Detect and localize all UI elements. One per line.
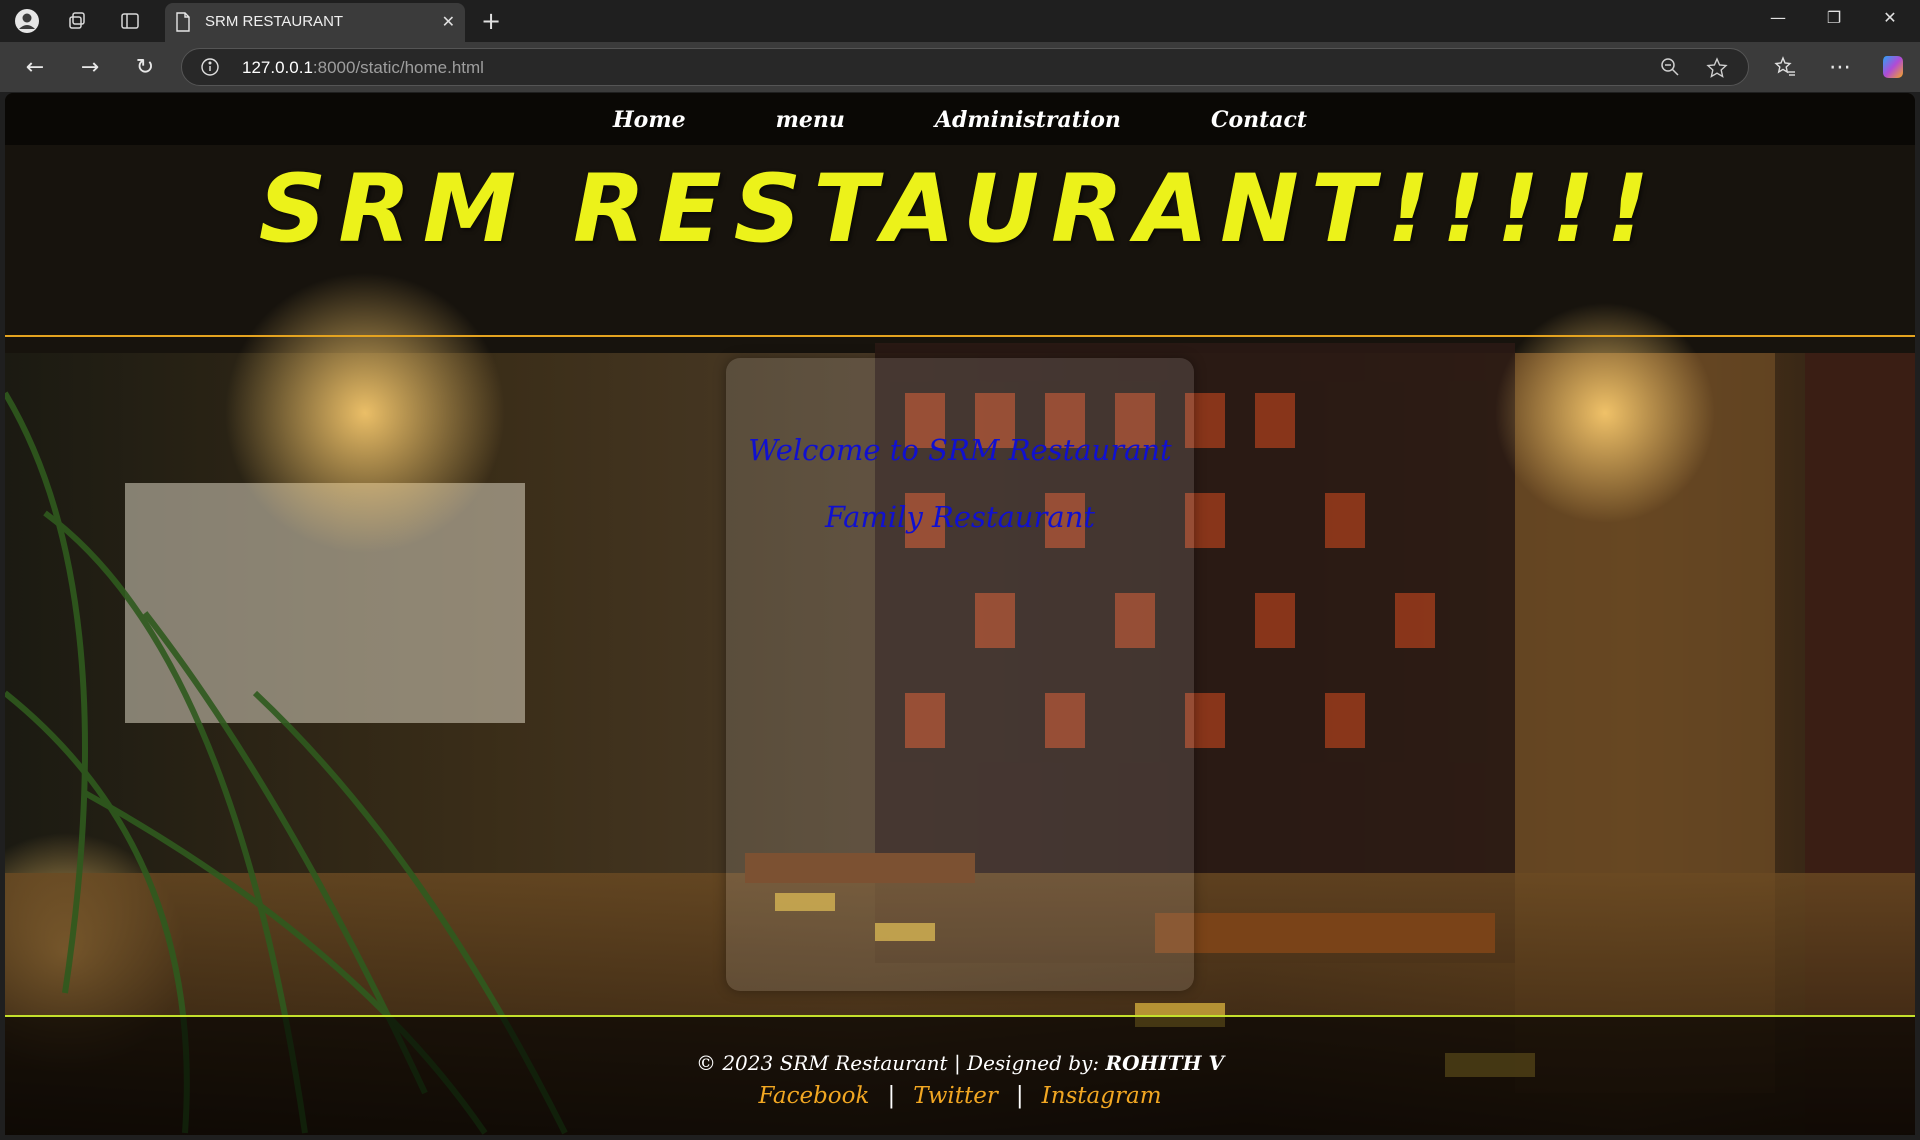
nav-home-link[interactable]: Home — [613, 107, 686, 145]
minimize-icon[interactable]: — — [1758, 8, 1798, 27]
top-divider — [5, 335, 1915, 337]
url-host: 127.0.0.1 — [242, 58, 313, 77]
window-close-icon[interactable]: ✕ — [1870, 8, 1910, 27]
tab-close-icon[interactable]: ✕ — [442, 12, 455, 31]
nav-contact-link[interactable]: Contact — [1211, 107, 1307, 145]
tab-title: SRM RESTAURANT — [205, 13, 344, 30]
welcome-text: Welcome to SRM Restaurant — [748, 433, 1172, 467]
separator: | — [887, 1083, 896, 1109]
designer-name: ROHITH V — [1105, 1051, 1225, 1075]
separator: | — [1015, 1083, 1024, 1109]
restore-icon[interactable]: ❐ — [1814, 8, 1854, 27]
tab-strip: SRM RESTAURANT ✕ + — ❐ ✕ — [0, 0, 1920, 42]
favorites-icon[interactable] — [1770, 52, 1800, 82]
nav-administration-link[interactable]: Administration — [935, 107, 1121, 145]
url-path: :8000/static/home.html — [312, 58, 484, 77]
page-viewport: Home menu Administration Contact SRM RES… — [5, 93, 1915, 1135]
copyright-prefix: © 2023 SRM Restaurant | Designed by: — [695, 1051, 1100, 1075]
url-text: 127.0.0.1:8000/static/home.html — [242, 58, 484, 78]
profile-icon[interactable] — [12, 6, 42, 36]
document-icon — [175, 12, 191, 36]
browser-window: SRM RESTAURANT ✕ + — ❐ ✕ ← → ↻ 127.0.0.1… — [0, 0, 1920, 1140]
address-bar[interactable]: 127.0.0.1:8000/static/home.html — [181, 48, 1749, 86]
site-footer: © 2023 SRM Restaurant | Designed by: ROH… — [5, 1017, 1915, 1135]
window-bottom-edge — [0, 1135, 1920, 1140]
facebook-link[interactable]: Facebook — [758, 1083, 869, 1109]
tab-actions-icon[interactable] — [115, 6, 145, 36]
forward-icon[interactable]: → — [75, 52, 105, 82]
copilot-icon[interactable] — [1878, 52, 1908, 82]
browser-toolbar: ← → ↻ 127.0.0.1:8000/static/home.html ⋯ — [0, 42, 1920, 92]
site-navbar: Home menu Administration Contact — [5, 93, 1915, 145]
nav-menu-link[interactable]: menu — [776, 107, 845, 145]
copyright-text: © 2023 SRM Restaurant | Designed by: ROH… — [5, 1051, 1915, 1075]
favorite-star-icon[interactable] — [1706, 57, 1728, 83]
zoom-icon[interactable] — [1660, 57, 1680, 81]
family-restaurant-text: Family Restaurant — [824, 500, 1096, 534]
twitter-link[interactable]: Twitter — [913, 1083, 998, 1109]
new-tab-icon[interactable]: + — [476, 6, 506, 36]
tab-srm-restaurant[interactable]: SRM RESTAURANT ✕ — [165, 3, 465, 42]
more-options-icon[interactable]: ⋯ — [1825, 52, 1855, 82]
reload-icon[interactable]: ↻ — [130, 52, 160, 82]
site-info-icon[interactable] — [200, 57, 220, 81]
back-icon[interactable]: ← — [20, 52, 50, 82]
collections-icon[interactable] — [62, 6, 92, 36]
instagram-link[interactable]: Instagram — [1042, 1083, 1162, 1109]
social-links: Facebook | Twitter | Instagram — [5, 1083, 1915, 1109]
restaurant-heading: SRM RESTAURANT!!!!! — [258, 155, 1662, 264]
